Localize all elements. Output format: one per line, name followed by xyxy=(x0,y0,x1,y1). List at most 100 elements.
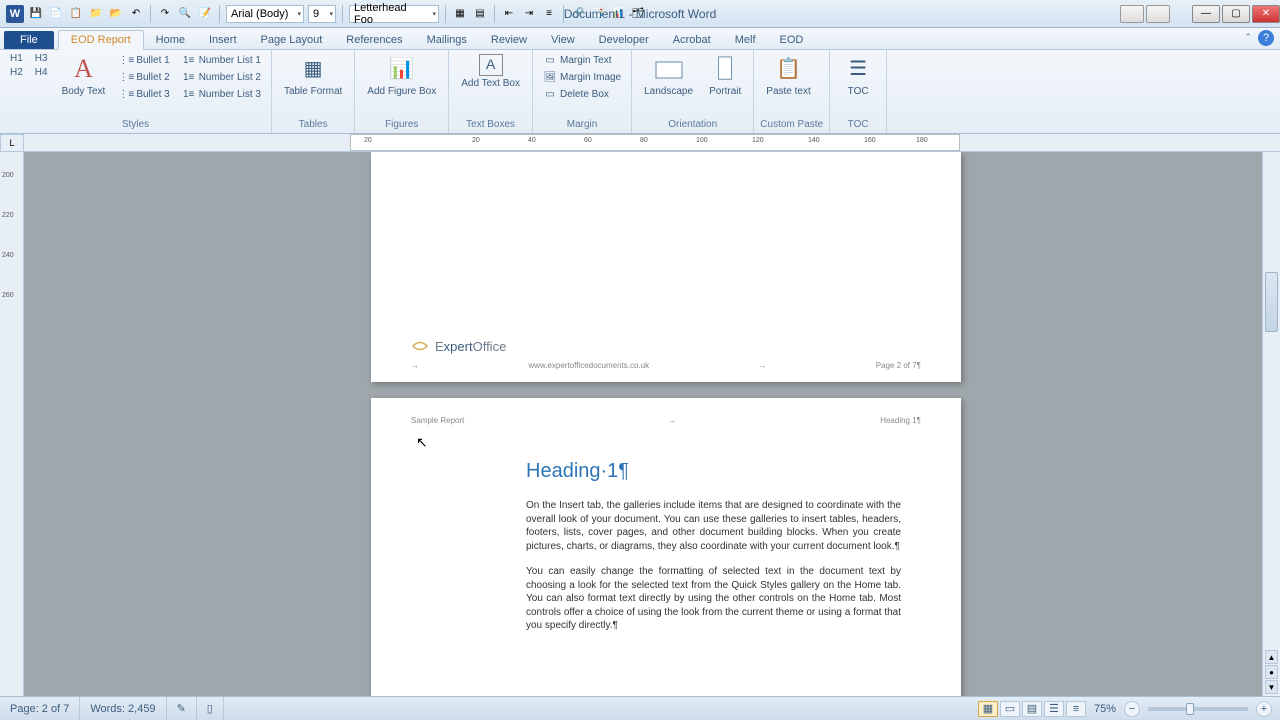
logo-icon xyxy=(411,337,429,355)
save-icon[interactable]: 💾 xyxy=(28,6,44,22)
zoom-level[interactable]: 75% xyxy=(1094,703,1116,715)
tab-eod[interactable]: EOD xyxy=(768,31,816,49)
tab-home[interactable]: Home xyxy=(144,31,197,49)
paragraph-2: You can easily change the formatting of … xyxy=(526,565,901,633)
maximize-button[interactable]: ▢ xyxy=(1222,5,1250,23)
zoom-slider[interactable] xyxy=(1148,707,1248,711)
margin-text-button[interactable]: ▭Margin Text xyxy=(539,52,625,68)
status-page[interactable]: Page: 2 of 7 xyxy=(0,697,80,720)
page-2[interactable]: Sample Report→Heading 1¶ Heading·1¶ On t… xyxy=(371,398,961,696)
numlist-icon: 1≡ xyxy=(182,53,196,67)
footer-page: Page 2 of 7¶ xyxy=(876,361,921,370)
style-h1[interactable]: H1 xyxy=(6,52,27,65)
style-num3[interactable]: 1≡Number List 3 xyxy=(178,86,265,102)
qat-icon-5[interactable]: 📂 xyxy=(108,6,124,22)
word-icon: W xyxy=(6,5,24,23)
view-outline[interactable]: ☰ xyxy=(1044,701,1064,717)
ruler-corner[interactable]: L xyxy=(0,134,24,152)
page-footer: ExpertOffice → www.expertofficedocuments… xyxy=(411,337,921,370)
portrait-button[interactable]: Portrait xyxy=(703,52,747,99)
style-num1[interactable]: 1≡Number List 1 xyxy=(178,52,265,68)
toc-icon: ☰ xyxy=(842,54,874,84)
document-area[interactable]: ExpertOffice → www.expertofficedocuments… xyxy=(24,152,1280,696)
add-figure-button[interactable]: 📊Add Figure Box xyxy=(361,52,442,99)
tab-melf[interactable]: Melf xyxy=(723,31,768,49)
tab-developer[interactable]: Developer xyxy=(587,31,661,49)
qat-icon-2[interactable]: 📄 xyxy=(48,6,64,22)
group-orientation: Landscape Portrait Orientation xyxy=(632,50,754,133)
help-icon[interactable]: ? xyxy=(1258,30,1274,46)
extra-button-2[interactable] xyxy=(1146,5,1170,23)
collapse-ribbon-icon[interactable]: ⌃ xyxy=(1244,32,1252,43)
status-bar: Page: 2 of 7 Words: 2,459 ✎ ▯ ▦ ▭ ▤ ☰ ≡ … xyxy=(0,696,1280,720)
scroll-thumb[interactable] xyxy=(1265,272,1278,332)
qat-icon-8[interactable]: 🔍 xyxy=(177,6,193,22)
status-macro-icon[interactable]: ▯ xyxy=(197,697,224,720)
horizontal-ruler[interactable]: 20 20 40 60 80 100 120 140 160 180 xyxy=(24,134,1280,152)
margin-image-button[interactable]: 🖼Margin Image xyxy=(539,69,625,85)
qat-icon-3[interactable]: 📋 xyxy=(68,6,84,22)
redo-icon[interactable]: ↷ xyxy=(157,6,173,22)
style-bullet2[interactable]: ⋮≡Bullet 2 xyxy=(115,69,173,85)
bullet-icon: ⋮≡ xyxy=(119,87,133,101)
scroll-dot-icon[interactable]: ● xyxy=(1265,665,1278,679)
paragraph-1: On the Insert tab, the galleries include… xyxy=(526,499,901,553)
toc-button[interactable]: ☰TOC xyxy=(836,52,880,99)
qat-icon-a[interactable]: ▦ xyxy=(452,6,468,22)
style-h4[interactable]: H4 xyxy=(31,66,52,79)
undo-icon[interactable]: ↶ xyxy=(128,6,144,22)
view-print-layout[interactable]: ▦ xyxy=(978,701,998,717)
scroll-down-icon[interactable]: ▼ xyxy=(1265,680,1278,694)
tab-review[interactable]: Review xyxy=(479,31,539,49)
style-h3[interactable]: H3 xyxy=(31,52,52,65)
indent-dec-icon[interactable]: ⇤ xyxy=(501,6,517,22)
add-textbox-button[interactable]: AAdd Text Box xyxy=(455,52,526,91)
tab-page-layout[interactable]: Page Layout xyxy=(249,31,335,49)
workspace: L 200 220 240 260 20 20 40 60 80 100 120… xyxy=(0,134,1280,696)
tab-mailings[interactable]: Mailings xyxy=(415,31,479,49)
file-tab[interactable]: File xyxy=(4,31,54,49)
qat-icon-e[interactable]: ≡ xyxy=(541,6,557,22)
style-num2[interactable]: 1≡Number List 2 xyxy=(178,69,265,85)
view-draft[interactable]: ≡ xyxy=(1066,701,1086,717)
status-words[interactable]: Words: 2,459 xyxy=(80,697,166,720)
ribbon: H1 H2 H3 H4 ABody Text ⋮≡Bullet 1 ⋮≡Bull… xyxy=(0,50,1280,134)
page-size-selector[interactable]: Letterhead Foo xyxy=(349,5,439,23)
paste-text-button[interactable]: 📋Paste text xyxy=(760,52,816,99)
style-bullet3[interactable]: ⋮≡Bullet 3 xyxy=(115,86,173,102)
tab-references[interactable]: References xyxy=(334,31,414,49)
tab-insert[interactable]: Insert xyxy=(197,31,249,49)
body-text-icon: A xyxy=(67,54,99,84)
style-body-text[interactable]: ABody Text xyxy=(56,52,112,99)
scroll-up-icon[interactable]: ▲ xyxy=(1265,650,1278,664)
indent-inc-icon[interactable]: ⇥ xyxy=(521,6,537,22)
style-bullet1[interactable]: ⋮≡Bullet 1 xyxy=(115,52,173,68)
font-name-selector[interactable]: Arial (Body) xyxy=(226,5,304,23)
font-size-selector[interactable]: 9 xyxy=(308,5,336,23)
tab-view[interactable]: View xyxy=(539,31,587,49)
view-web-layout[interactable]: ▤ xyxy=(1022,701,1042,717)
extra-button-1[interactable] xyxy=(1120,5,1144,23)
tab-eod-report[interactable]: EOD Report xyxy=(58,30,144,50)
status-proofing-icon[interactable]: ✎ xyxy=(167,697,197,720)
vertical-ruler[interactable]: 200 220 240 260 xyxy=(0,152,24,696)
qat-icon-b[interactable]: ▤ xyxy=(472,6,488,22)
landscape-button[interactable]: Landscape xyxy=(638,52,699,99)
table-format-button[interactable]: ▦Table Format xyxy=(278,52,348,99)
qat-icon-4[interactable]: 📁 xyxy=(88,6,104,22)
page-1[interactable]: ExpertOffice → www.expertofficedocuments… xyxy=(371,152,961,382)
style-h2[interactable]: H2 xyxy=(6,66,27,79)
close-button[interactable]: ✕ xyxy=(1252,5,1280,23)
page-body[interactable]: Heading·1¶ On the Insert tab, the galler… xyxy=(526,458,901,645)
delete-box-button[interactable]: ▭Delete Box xyxy=(539,86,625,102)
qat-icon-9[interactable]: 📝 xyxy=(197,6,213,22)
group-custom-paste: 📋Paste text Custom Paste xyxy=(754,50,830,133)
view-full-screen[interactable]: ▭ xyxy=(1000,701,1020,717)
zoom-in-button[interactable]: + xyxy=(1256,701,1272,717)
tab-acrobat[interactable]: Acrobat xyxy=(661,31,723,49)
margin-image-icon: 🖼 xyxy=(543,70,557,84)
minimize-button[interactable]: — xyxy=(1192,5,1220,23)
zoom-out-button[interactable]: − xyxy=(1124,701,1140,717)
vertical-scrollbar[interactable]: ▲ ● ▼ xyxy=(1262,152,1280,696)
zoom-thumb[interactable] xyxy=(1186,703,1194,715)
